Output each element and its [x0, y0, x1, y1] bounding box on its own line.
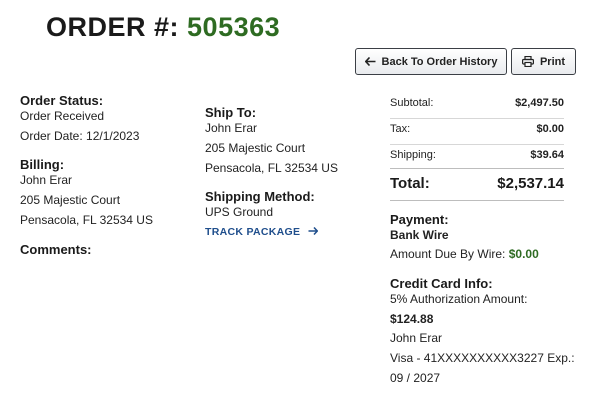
amount-due-line: Amount Due By Wire: $0.00 — [390, 247, 539, 261]
summary-divider — [390, 144, 564, 145]
print-button-label: Print — [539, 55, 566, 68]
tax-label: Tax: — [390, 123, 411, 135]
billing-name: John Erar — [20, 173, 73, 187]
amount-due-label: Amount Due By Wire: — [390, 247, 506, 261]
shipping-row: Shipping: $39.64 — [390, 149, 564, 161]
summary-divider — [390, 118, 564, 119]
billing-label: Billing: — [20, 157, 65, 172]
back-to-order-history-button[interactable]: Back To Order History — [355, 48, 507, 75]
order-date: Order Date: 12/1/2023 — [20, 129, 140, 143]
summary-divider — [390, 200, 564, 201]
cardholder-name: John Erar — [390, 331, 443, 345]
authorization-value: $124.88 — [390, 312, 434, 326]
ship-to-address-line1: 205 Majestic Court — [205, 141, 306, 155]
shipping-cost-value: $39.64 — [530, 149, 564, 161]
subtotal-label: Subtotal: — [390, 97, 434, 109]
comments-label: Comments: — [20, 242, 92, 257]
track-package-label: TRACK PACKAGE — [205, 226, 301, 238]
card-details: Visa - 41XXXXXXXXXX3227 Exp.: — [390, 351, 575, 365]
order-status-value: Order Received — [20, 109, 105, 123]
payment-method: Bank Wire — [390, 228, 449, 242]
total-value: $2,537.14 — [497, 175, 564, 192]
shipping-method-value: UPS Ground — [205, 205, 274, 219]
total-row: Total: $2,537.14 — [390, 175, 564, 192]
shipping-method-label: Shipping Method: — [205, 189, 315, 204]
payment-label: Payment: — [390, 212, 449, 227]
page-title: ORDER #: 505363 — [46, 12, 280, 43]
card-expiry: 09 / 2027 — [390, 371, 441, 385]
track-package-link[interactable]: TRACK PACKAGE — [205, 226, 318, 238]
billing-address-line2: Pensacola, FL 32534 US — [20, 213, 153, 227]
arrow-right-icon — [308, 226, 318, 238]
order-number: 505363 — [187, 12, 281, 42]
billing-address-line1: 205 Majestic Court — [20, 193, 121, 207]
authorization-label: 5% Authorization Amount: — [390, 292, 528, 306]
tax-value: $0.00 — [536, 123, 564, 135]
subtotal-value: $2,497.50 — [515, 97, 564, 109]
summary-divider — [390, 168, 564, 169]
ship-to-address-line2: Pensacola, FL 32534 US — [205, 161, 338, 175]
ship-to-label: Ship To: — [205, 105, 257, 120]
credit-card-label: Credit Card Info: — [390, 276, 493, 291]
print-button[interactable]: Print — [511, 48, 576, 75]
shipping-cost-label: Shipping: — [390, 149, 436, 161]
order-status-label: Order Status: — [20, 93, 104, 108]
amount-due-value: $0.00 — [508, 247, 539, 261]
arrow-left-icon — [364, 57, 376, 66]
ship-to-name: John Erar — [205, 121, 258, 135]
back-button-label: Back To Order History — [381, 55, 498, 68]
total-label: Total: — [390, 175, 430, 192]
tax-row: Tax: $0.00 — [390, 123, 564, 135]
subtotal-row: Subtotal: $2,497.50 — [390, 97, 564, 109]
printer-icon — [521, 56, 534, 67]
order-label: ORDER #: — [46, 12, 180, 42]
